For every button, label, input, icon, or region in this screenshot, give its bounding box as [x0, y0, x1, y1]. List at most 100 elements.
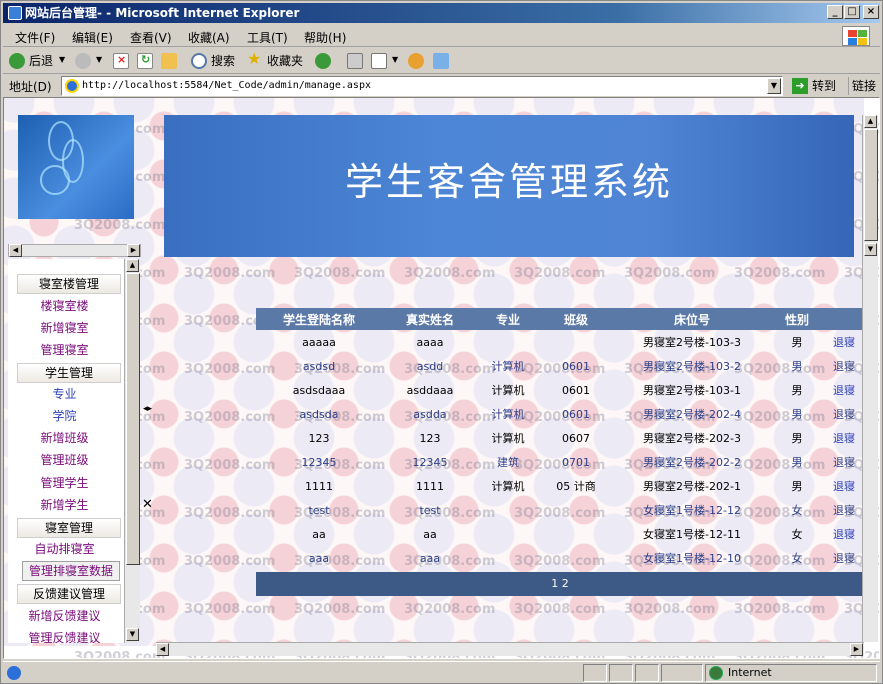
column-header-action — [824, 308, 864, 330]
scroll-right-icon[interactable]: ▶ — [127, 244, 140, 257]
scroll-thumb[interactable] — [126, 273, 140, 565]
scroll-down-icon[interactable]: ▼ — [126, 628, 139, 641]
search-icon[interactable] — [191, 53, 207, 69]
logo-image — [18, 115, 134, 219]
menu-edit[interactable]: 编辑(E) — [72, 29, 113, 46]
withdraw-link[interactable]: 退寝 — [824, 402, 864, 426]
cell-name: aa — [423, 527, 437, 541]
cell-class: 05 计商 — [556, 480, 596, 493]
scroll-left-icon[interactable]: ◀ — [9, 244, 22, 257]
sidebar-item-add-feedback[interactable]: 新增反馈建议 — [8, 607, 121, 625]
menu-header-students[interactable]: 学生管理 — [17, 363, 121, 383]
edit-dropdown-icon[interactable]: ▼ — [392, 55, 398, 64]
stop-icon[interactable]: × — [113, 53, 129, 69]
windows-logo-icon — [842, 26, 870, 46]
close-window-button[interactable]: × — [863, 5, 879, 19]
menu-header-building[interactable]: 寝室楼管理 — [17, 274, 121, 294]
sidebar-item-auto-assign[interactable]: 自动排寝室 — [8, 540, 121, 558]
refresh-icon[interactable]: ↻ — [137, 53, 153, 69]
home-icon[interactable] — [161, 53, 177, 69]
minimize-button[interactable]: _ — [827, 5, 843, 19]
content-vertical-scrollbar[interactable] — [862, 257, 878, 642]
sidebar-item-manage-class[interactable]: 管理班级 — [8, 451, 121, 469]
watermark-text: 3Q2008.com — [514, 266, 606, 281]
cell-bed: 男寝室2号楼-202-2 — [643, 456, 741, 469]
history-icon[interactable] — [315, 53, 331, 69]
go-label: 转到 — [812, 79, 837, 93]
forward-dropdown-icon[interactable]: ▼ — [96, 55, 102, 64]
menu-header-dorm[interactable]: 寝室管理 — [17, 518, 121, 538]
cell-bed: 男寝室2号楼-202-3 — [643, 432, 741, 445]
watermark-text: 3Q2008.com — [624, 266, 716, 281]
links-button[interactable]: 链接 — [848, 77, 876, 95]
cell-class — [538, 522, 614, 546]
content-horizontal-scrollbar[interactable]: ◀ ▶ — [156, 642, 864, 656]
withdraw-link[interactable]: 退寝 — [824, 522, 864, 546]
scroll-up-icon[interactable]: ▲ — [126, 259, 139, 272]
scroll-right-icon[interactable]: ▶ — [850, 643, 863, 656]
sidebar-item-manage-feedback[interactable]: 管理反馈建议 — [8, 629, 121, 643]
back-button[interactable]: 后退 — [29, 52, 53, 69]
menu-help[interactable]: 帮助(H) — [304, 29, 346, 46]
cell-major — [478, 498, 538, 522]
cell-class: 0601 — [562, 383, 590, 397]
withdraw-link[interactable]: 退寝 — [824, 378, 864, 402]
menu-view[interactable]: 查看(V) — [130, 29, 172, 46]
withdraw-link[interactable]: 退寝 — [824, 450, 864, 474]
withdraw-link[interactable]: 退寝 — [824, 354, 864, 378]
menu-header-feedback[interactable]: 反馈建议管理 — [17, 584, 121, 604]
favorites-star-icon[interactable]: ★ — [247, 49, 261, 68]
close-sidebar-icon[interactable]: ✕ — [142, 497, 153, 512]
withdraw-link[interactable]: 退寝 — [824, 474, 864, 498]
forward-arrow-icon[interactable] — [75, 53, 91, 69]
withdraw-link[interactable]: 退寝 — [824, 546, 864, 570]
maximize-button[interactable]: □ — [844, 5, 860, 19]
scroll-down-icon[interactable]: ▼ — [864, 243, 877, 256]
watermark-text: 3Q2008.com — [294, 602, 386, 617]
back-dropdown-icon[interactable]: ▼ — [59, 55, 65, 64]
scroll-up-icon[interactable]: ▲ — [864, 115, 877, 128]
sidebar-item-college[interactable]: 学院 — [8, 407, 121, 425]
address-input[interactable]: http://localhost:5584/Net_Code/admin/man… — [61, 76, 783, 96]
table-row: 123 123 计算机 0607 男寝室2号楼-202-3 男 退寝 — [256, 426, 864, 450]
column-header-login: 学生登陆名称 — [282, 312, 355, 327]
messenger-icon[interactable] — [408, 53, 424, 69]
cell-major: 计算机 — [491, 360, 525, 373]
go-button[interactable]: ➜ 转到 — [790, 77, 842, 95]
cell-major: 计算机 — [491, 432, 525, 445]
sidebar-item-add-room[interactable]: 新增寝室 — [8, 319, 121, 337]
withdraw-link[interactable]: 退寝 — [824, 330, 864, 354]
go-arrow-icon: ➜ — [792, 78, 808, 94]
sidebar-item-building[interactable]: 楼寝室楼 — [8, 297, 121, 315]
back-arrow-icon[interactable] — [9, 53, 25, 69]
banner-vertical-scrollbar[interactable]: ▲ ▼ — [862, 115, 878, 257]
pager[interactable]: 1 2 — [256, 572, 864, 596]
withdraw-link[interactable]: 退寝 — [824, 498, 864, 522]
menu-favorites[interactable]: 收藏(A) — [188, 29, 230, 46]
withdraw-link[interactable]: 退寝 — [824, 426, 864, 450]
favorites-button[interactable]: 收藏夹 — [267, 52, 303, 69]
frame-toggle-icon[interactable]: ◂▸ — [143, 404, 152, 414]
search-button[interactable]: 搜索 — [211, 52, 235, 69]
status-bar: Internet — [3, 661, 880, 683]
menu-tools[interactable]: 工具(T) — [247, 29, 288, 46]
sidebar-item-manage-room[interactable]: 管理寝室 — [8, 341, 121, 359]
scroll-thumb[interactable] — [864, 129, 878, 241]
sidebar-item-manage-students[interactable]: 管理学生 — [8, 474, 121, 492]
sidebar-item-manage-assign[interactable]: 管理排寝室数据 — [22, 561, 120, 581]
sidebar-item-add-student[interactable]: 新增学生 — [8, 496, 121, 514]
scroll-left-icon[interactable]: ◀ — [156, 643, 169, 656]
table-header-row: 学生登陆名称 真实姓名 专业 班级 床位号 性别 — [256, 308, 864, 330]
print-icon[interactable] — [347, 53, 363, 69]
address-dropdown-icon[interactable]: ▼ — [767, 78, 781, 94]
cell-major: 计算机 — [491, 384, 525, 397]
discuss-icon[interactable] — [433, 53, 449, 69]
watermark-text: 3Q2008.com — [734, 602, 826, 617]
sidebar-vertical-scrollbar[interactable]: ▲ ▼ — [124, 259, 140, 643]
menu-file[interactable]: 文件(F) — [15, 29, 55, 46]
sidebar-item-major[interactable]: 专业 — [8, 385, 121, 403]
left-horizontal-scrollbar[interactable]: ◀ ▶ — [8, 244, 141, 257]
cell-login: aaa — [308, 551, 330, 565]
edit-icon[interactable] — [371, 53, 387, 69]
sidebar-item-add-class[interactable]: 新增班级 — [8, 429, 121, 447]
